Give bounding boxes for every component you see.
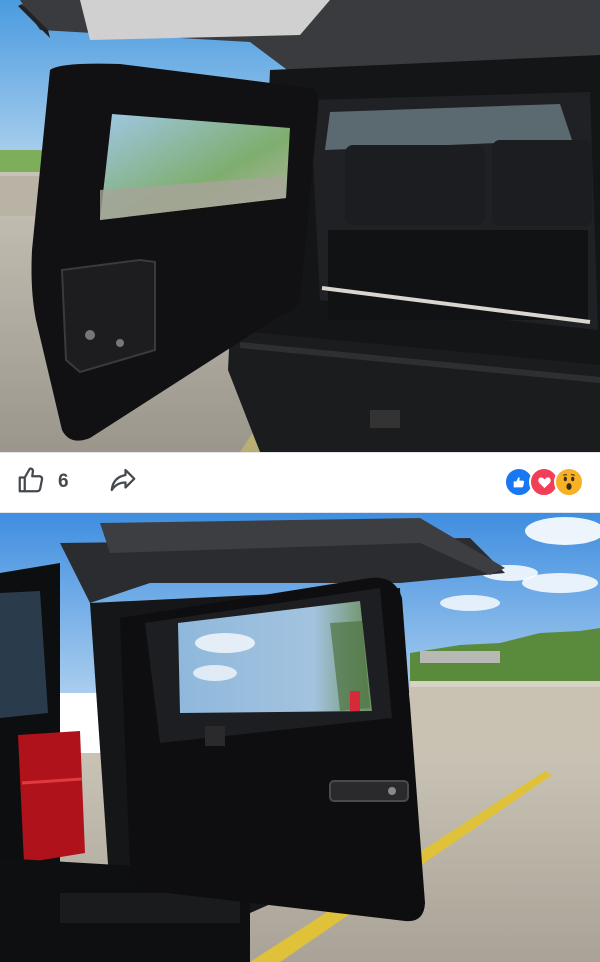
- like-button[interactable]: 6: [16, 465, 69, 499]
- thumbs-up-icon: [16, 465, 46, 500]
- post-action-bar: 6: [0, 452, 600, 513]
- share-arrow-icon: [108, 465, 138, 500]
- post-photo-2[interactable]: [0, 513, 600, 962]
- photo-1-illustration: [0, 0, 600, 452]
- wow-reaction-icon: [554, 467, 584, 497]
- photo-2-illustration: [0, 513, 600, 962]
- post-photo-1[interactable]: [0, 0, 600, 452]
- reaction-summary[interactable]: [504, 466, 584, 498]
- like-count: 6: [58, 471, 69, 492]
- share-button[interactable]: [106, 465, 140, 499]
